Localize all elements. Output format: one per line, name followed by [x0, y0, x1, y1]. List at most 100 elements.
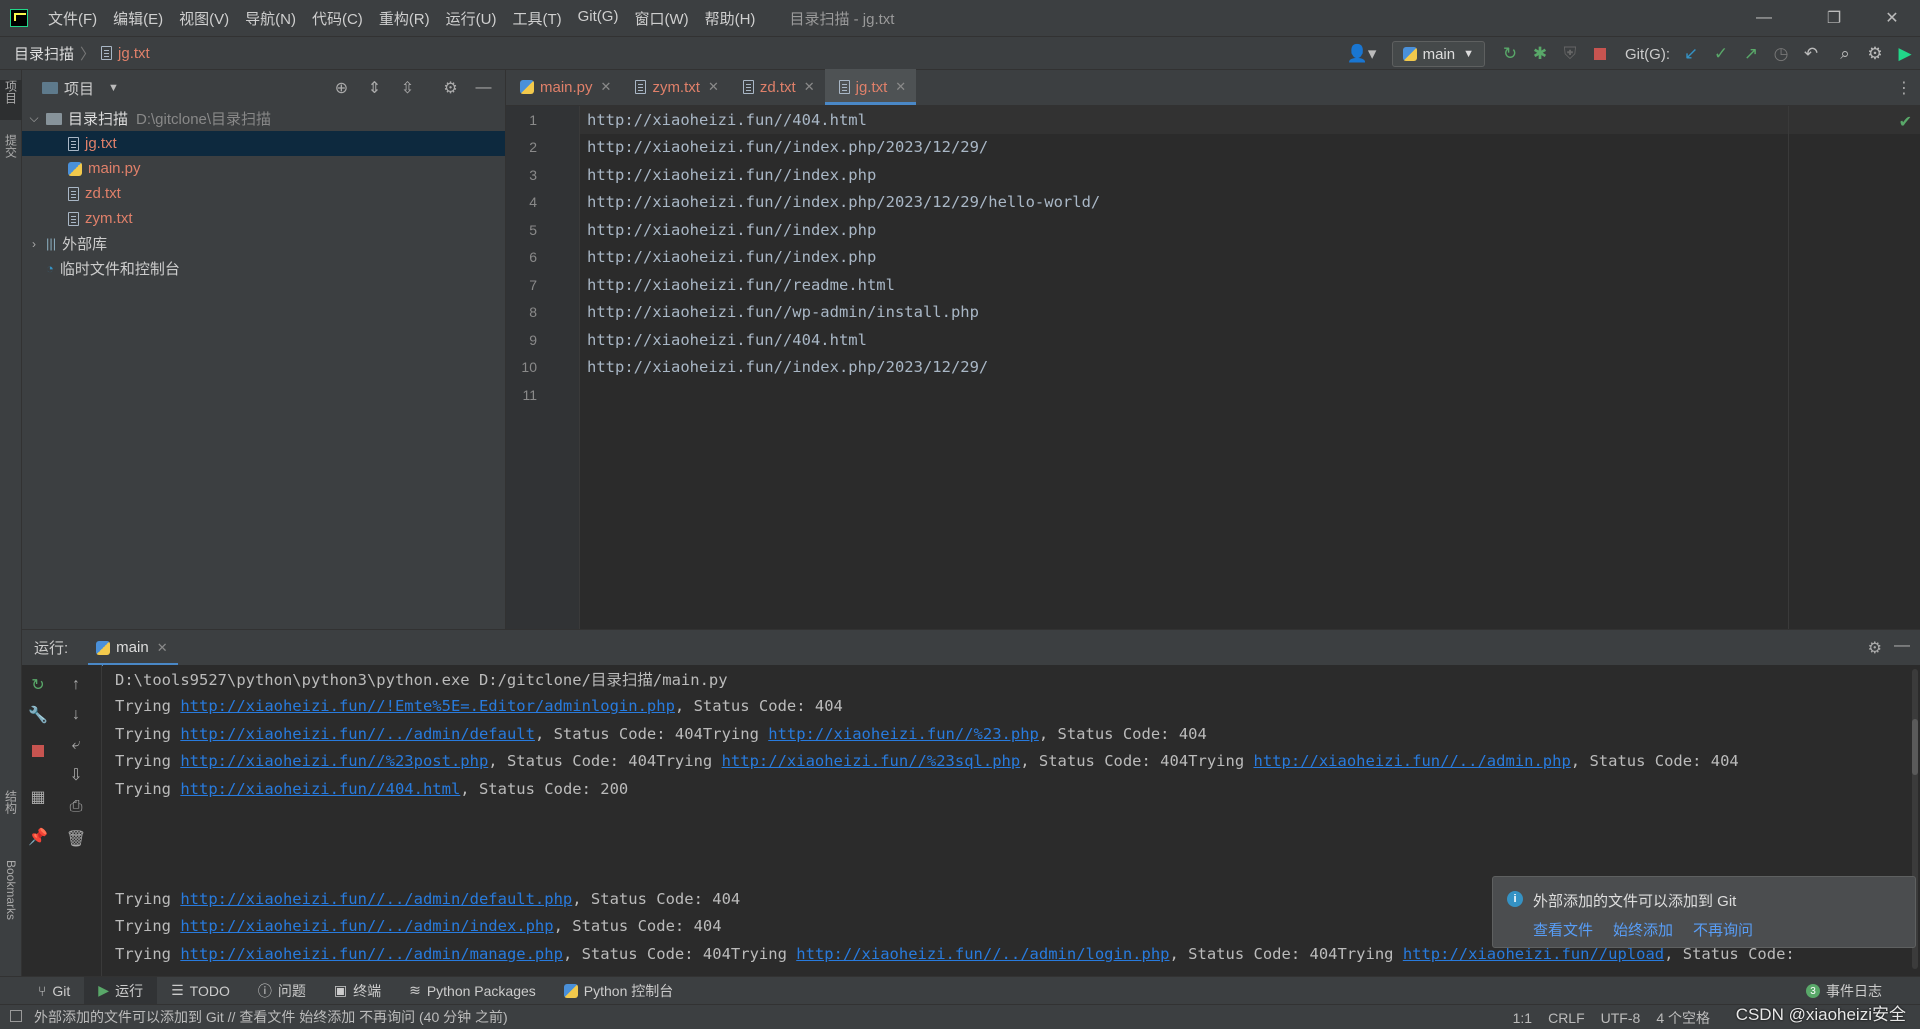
- dont-ask-again-link[interactable]: 不再询问: [1693, 919, 1753, 940]
- menu-item[interactable]: 视图(V): [171, 8, 237, 29]
- code-with-me-icon[interactable]: ▶: [1890, 39, 1920, 69]
- editor-tab[interactable]: zd.txt ✕: [729, 69, 825, 105]
- tree-scratches[interactable]: ◔ 临时文件和控制台: [22, 256, 505, 281]
- tree-file-item[interactable]: zd.txt: [22, 181, 505, 206]
- code-line[interactable]: [580, 381, 1920, 409]
- menu-item[interactable]: Git(G): [570, 8, 627, 29]
- editor-tab[interactable]: main.py ✕: [506, 69, 621, 105]
- menu-item[interactable]: 重构(R): [371, 8, 438, 29]
- bookmarks-tool-tab[interactable]: Bookmarks: [0, 860, 22, 950]
- stop-icon[interactable]: [1585, 39, 1615, 69]
- chevron-right-icon[interactable]: ›: [26, 237, 42, 251]
- code-line[interactable]: http://xiaoheizi.fun//index.php/2023/12/…: [580, 354, 1920, 382]
- git-history-icon[interactable]: ◷: [1766, 39, 1796, 69]
- coverage-icon[interactable]: ⛨: [1555, 39, 1585, 69]
- commit-tool-tab[interactable]: 提交: [0, 134, 22, 174]
- caret-position[interactable]: 1:1: [1513, 1010, 1532, 1026]
- toggle-tool-windows-icon[interactable]: [10, 1010, 22, 1022]
- menu-item[interactable]: 工具(T): [504, 8, 569, 29]
- line-separator[interactable]: CRLF: [1548, 1010, 1585, 1026]
- trash-icon[interactable]: 🗑: [62, 825, 90, 853]
- python-packages-tool-button[interactable]: ≋ Python Packages: [395, 977, 550, 1005]
- menu-item[interactable]: 文件(F): [40, 8, 105, 29]
- rerun-icon[interactable]: ↻: [24, 671, 52, 699]
- menu-item[interactable]: 代码(C): [304, 8, 371, 29]
- close-icon[interactable]: ✕: [895, 79, 906, 95]
- locate-file-icon[interactable]: ⊕: [326, 74, 357, 102]
- console-link[interactable]: http://xiaoheizi.fun//%23post.php: [180, 752, 488, 770]
- close-icon[interactable]: ✕: [601, 79, 612, 95]
- tree-file-item[interactable]: main.py: [22, 156, 505, 181]
- hide-panel-icon[interactable]: —: [1894, 637, 1910, 655]
- pin-icon[interactable]: 📌: [24, 823, 52, 851]
- run-tab-main[interactable]: main ✕: [88, 630, 179, 666]
- code-line[interactable]: http://xiaoheizi.fun//readme.html: [580, 271, 1920, 299]
- python-console-tool-button[interactable]: Python 控制台: [550, 977, 687, 1005]
- search-icon[interactable]: ⌕: [1830, 39, 1860, 69]
- git-commit-icon[interactable]: ✓: [1706, 39, 1736, 69]
- inspection-ok-icon[interactable]: ✔: [1899, 112, 1912, 132]
- console-link[interactable]: http://xiaoheizi.fun//!Emte%5E=.Editor/a…: [180, 697, 675, 715]
- code-line[interactable]: http://xiaoheizi.fun//index.php: [580, 161, 1920, 189]
- rollback-icon[interactable]: ↶: [1796, 39, 1826, 69]
- status-message[interactable]: 外部添加的文件可以添加到 Git // 查看文件 始终添加 不再询问 (40 分…: [34, 1007, 508, 1027]
- code-line[interactable]: http://xiaoheizi.fun//index.php: [580, 244, 1920, 272]
- breadcrumb-file[interactable]: jg.txt: [118, 45, 150, 62]
- settings-icon[interactable]: ⚙: [1860, 39, 1890, 69]
- console-link[interactable]: http://xiaoheizi.fun//../admin/default.p…: [180, 890, 572, 908]
- console-link[interactable]: http://xiaoheizi.fun//../admin/index.php: [180, 917, 553, 935]
- menu-item[interactable]: 导航(N): [237, 8, 304, 29]
- close-icon[interactable]: ✕: [157, 640, 168, 656]
- tree-file-item[interactable]: jg.txt: [22, 131, 505, 156]
- tree-file-item[interactable]: zym.txt: [22, 206, 505, 231]
- tree-external-libraries[interactable]: › ||| 外部库: [22, 231, 505, 256]
- todo-tool-button[interactable]: ☰ TODO: [157, 977, 244, 1005]
- arrow-down-icon[interactable]: ↓: [62, 701, 90, 729]
- code-line[interactable]: http://xiaoheizi.fun//index.php/2023/12/…: [580, 134, 1920, 162]
- structure-tool-tab[interactable]: 结构: [0, 790, 22, 830]
- breadcrumb-project[interactable]: 目录扫描: [14, 43, 74, 64]
- close-icon[interactable]: ✕: [708, 79, 719, 95]
- console-link[interactable]: http://xiaoheizi.fun//404.html: [180, 780, 460, 798]
- menu-item[interactable]: 窗口(W): [626, 8, 696, 29]
- stop-icon[interactable]: [24, 737, 52, 765]
- console-link[interactable]: http://xiaoheizi.fun//../admin/login.php: [796, 945, 1169, 963]
- code-line[interactable]: http://xiaoheizi.fun//404.html: [580, 326, 1920, 354]
- soft-wrap-icon[interactable]: ⤶: [62, 731, 90, 759]
- editor-tab[interactable]: jg.txt ✕: [824, 69, 917, 105]
- minimize-button[interactable]: —: [1736, 0, 1792, 36]
- file-encoding[interactable]: UTF-8: [1601, 1010, 1641, 1026]
- account-icon[interactable]: 👤▾: [1342, 39, 1382, 69]
- console-link[interactable]: http://xiaoheizi.fun//%23.php: [768, 725, 1039, 743]
- scroll-to-end-icon[interactable]: ⇩: [62, 761, 90, 789]
- console-link[interactable]: http://xiaoheizi.fun//../admin/manage.ph…: [180, 945, 563, 963]
- code-editor[interactable]: http://xiaoheizi.fun//404.html http://xia…: [580, 106, 1920, 629]
- menu-item[interactable]: 编辑(E): [105, 8, 171, 29]
- wrench-icon[interactable]: 🔧: [24, 701, 52, 729]
- debug-icon[interactable]: ✱: [1525, 39, 1555, 69]
- terminal-tool-button[interactable]: ▣ 终端: [320, 977, 395, 1005]
- gear-icon[interactable]: ⚙: [435, 74, 466, 102]
- pycharm-logo-icon[interactable]: [10, 9, 28, 27]
- close-window-button[interactable]: ✕: [1864, 0, 1920, 36]
- arrow-up-icon[interactable]: ↑: [62, 671, 90, 699]
- code-line[interactable]: http://xiaoheizi.fun//index.php/2023/12/…: [580, 189, 1920, 217]
- console-link[interactable]: http://xiaoheizi.fun//%23sql.php: [722, 752, 1021, 770]
- project-panel-title[interactable]: 项目: [64, 78, 94, 99]
- problems-tool-button[interactable]: ⓘ 问题: [244, 977, 320, 1005]
- chevron-down-icon[interactable]: ▼: [108, 82, 119, 94]
- project-tool-tab[interactable]: 项目: [0, 80, 22, 120]
- indent-setting[interactable]: 4 个空格: [1656, 1008, 1710, 1028]
- tree-root[interactable]: ⌵ 目录扫描 D:\gitclone\目录扫描: [22, 106, 505, 131]
- editor-tab[interactable]: zym.txt ✕: [621, 69, 728, 105]
- scrollbar-thumb[interactable]: [1912, 719, 1918, 775]
- hide-panel-icon[interactable]: —: [468, 74, 499, 102]
- more-options-icon[interactable]: ⋮: [1896, 78, 1912, 98]
- git-update-icon[interactable]: ↙: [1676, 39, 1706, 69]
- expand-all-icon[interactable]: ⇕: [359, 74, 390, 102]
- layout-icon[interactable]: ▦: [24, 783, 52, 811]
- run-tool-button[interactable]: ▶ 运行: [84, 976, 158, 1005]
- menu-item[interactable]: 运行(U): [438, 8, 505, 29]
- always-add-link[interactable]: 始终添加: [1613, 919, 1673, 940]
- menu-item[interactable]: 帮助(H): [697, 8, 764, 29]
